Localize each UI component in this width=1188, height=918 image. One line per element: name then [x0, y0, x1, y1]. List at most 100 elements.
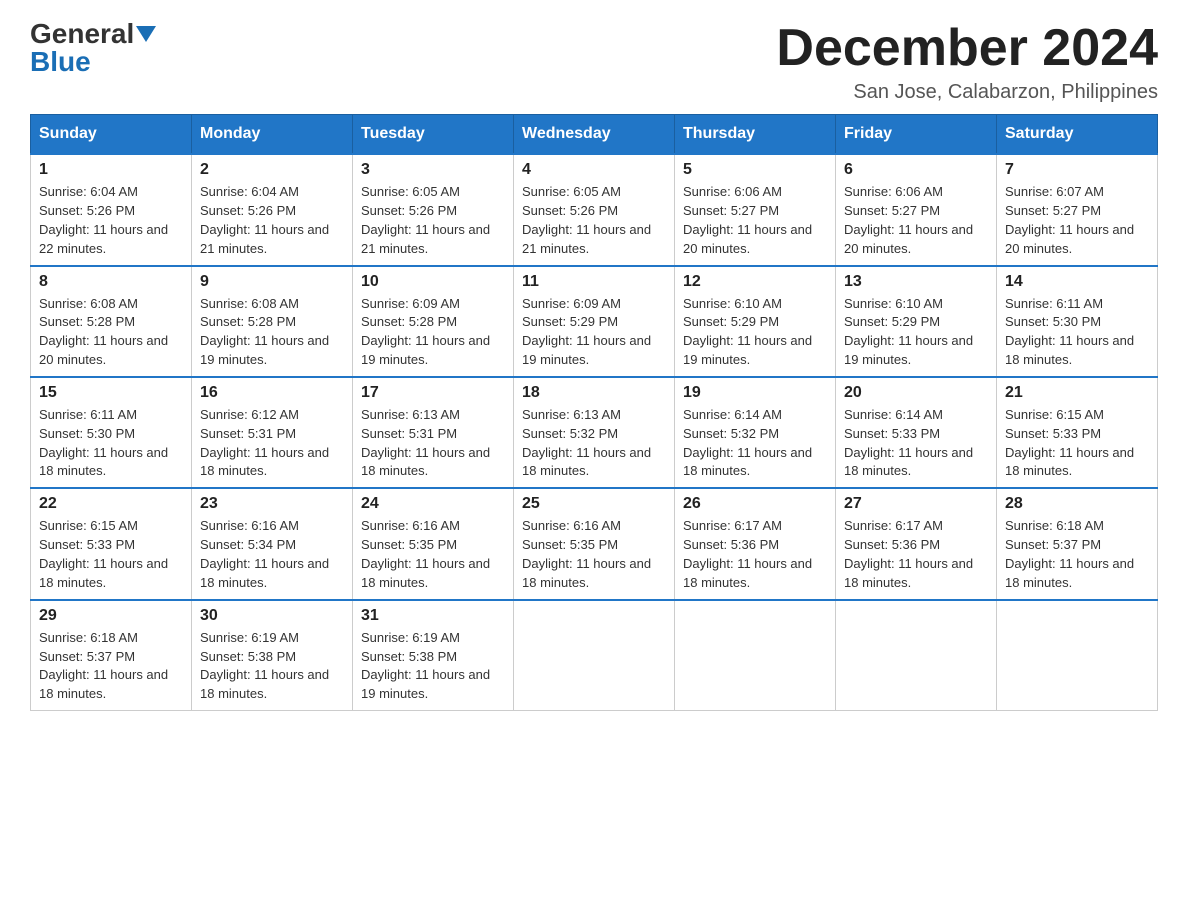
calendar-cell: 27 Sunrise: 6:17 AMSunset: 5:36 PMDaylig… [836, 488, 997, 599]
calendar-cell: 8 Sunrise: 6:08 AMSunset: 5:28 PMDayligh… [31, 266, 192, 377]
day-info: Sunrise: 6:18 AMSunset: 5:37 PMDaylight:… [39, 629, 183, 704]
logo-blue-text: Blue [30, 48, 91, 76]
calendar-cell: 11 Sunrise: 6:09 AMSunset: 5:29 PMDaylig… [514, 266, 675, 377]
day-number: 17 [361, 384, 505, 402]
day-number: 2 [200, 161, 344, 179]
calendar-cell: 31 Sunrise: 6:19 AMSunset: 5:38 PMDaylig… [353, 600, 514, 711]
calendar-cell: 26 Sunrise: 6:17 AMSunset: 5:36 PMDaylig… [675, 488, 836, 599]
calendar-cell: 2 Sunrise: 6:04 AMSunset: 5:26 PMDayligh… [192, 154, 353, 265]
calendar-cell: 6 Sunrise: 6:06 AMSunset: 5:27 PMDayligh… [836, 154, 997, 265]
day-info: Sunrise: 6:19 AMSunset: 5:38 PMDaylight:… [361, 629, 505, 704]
calendar-week-3: 15 Sunrise: 6:11 AMSunset: 5:30 PMDaylig… [31, 377, 1158, 488]
header-monday: Monday [192, 115, 353, 155]
header-thursday: Thursday [675, 115, 836, 155]
title-section: December 2024 San Jose, Calabarzon, Phil… [776, 20, 1158, 104]
day-info: Sunrise: 6:16 AMSunset: 5:34 PMDaylight:… [200, 517, 344, 592]
day-info: Sunrise: 6:08 AMSunset: 5:28 PMDaylight:… [39, 295, 183, 370]
day-info: Sunrise: 6:06 AMSunset: 5:27 PMDaylight:… [683, 183, 827, 258]
day-info: Sunrise: 6:10 AMSunset: 5:29 PMDaylight:… [844, 295, 988, 370]
day-number: 21 [1005, 384, 1149, 402]
day-number: 27 [844, 495, 988, 513]
day-info: Sunrise: 6:07 AMSunset: 5:27 PMDaylight:… [1005, 183, 1149, 258]
day-number: 22 [39, 495, 183, 513]
day-info: Sunrise: 6:14 AMSunset: 5:33 PMDaylight:… [844, 406, 988, 481]
day-info: Sunrise: 6:18 AMSunset: 5:37 PMDaylight:… [1005, 517, 1149, 592]
day-number: 15 [39, 384, 183, 402]
day-info: Sunrise: 6:10 AMSunset: 5:29 PMDaylight:… [683, 295, 827, 370]
day-number: 5 [683, 161, 827, 179]
day-number: 14 [1005, 273, 1149, 291]
calendar-cell: 25 Sunrise: 6:16 AMSunset: 5:35 PMDaylig… [514, 488, 675, 599]
calendar-cell: 4 Sunrise: 6:05 AMSunset: 5:26 PMDayligh… [514, 154, 675, 265]
calendar-cell: 23 Sunrise: 6:16 AMSunset: 5:34 PMDaylig… [192, 488, 353, 599]
header-saturday: Saturday [997, 115, 1158, 155]
header-tuesday: Tuesday [353, 115, 514, 155]
day-info: Sunrise: 6:14 AMSunset: 5:32 PMDaylight:… [683, 406, 827, 481]
logo-triangle-icon [136, 26, 156, 42]
calendar-cell: 7 Sunrise: 6:07 AMSunset: 5:27 PMDayligh… [997, 154, 1158, 265]
day-number: 30 [200, 607, 344, 625]
logo-general-text: General [30, 20, 134, 48]
day-info: Sunrise: 6:13 AMSunset: 5:31 PMDaylight:… [361, 406, 505, 481]
day-info: Sunrise: 6:08 AMSunset: 5:28 PMDaylight:… [200, 295, 344, 370]
day-number: 12 [683, 273, 827, 291]
day-info: Sunrise: 6:15 AMSunset: 5:33 PMDaylight:… [1005, 406, 1149, 481]
calendar-cell: 20 Sunrise: 6:14 AMSunset: 5:33 PMDaylig… [836, 377, 997, 488]
day-number: 9 [200, 273, 344, 291]
day-info: Sunrise: 6:12 AMSunset: 5:31 PMDaylight:… [200, 406, 344, 481]
calendar-cell: 10 Sunrise: 6:09 AMSunset: 5:28 PMDaylig… [353, 266, 514, 377]
day-number: 28 [1005, 495, 1149, 513]
calendar-cell: 5 Sunrise: 6:06 AMSunset: 5:27 PMDayligh… [675, 154, 836, 265]
location: San Jose, Calabarzon, Philippines [776, 81, 1158, 104]
day-number: 23 [200, 495, 344, 513]
day-info: Sunrise: 6:05 AMSunset: 5:26 PMDaylight:… [361, 183, 505, 258]
calendar-cell: 17 Sunrise: 6:13 AMSunset: 5:31 PMDaylig… [353, 377, 514, 488]
calendar-cell: 1 Sunrise: 6:04 AMSunset: 5:26 PMDayligh… [31, 154, 192, 265]
calendar-cell: 21 Sunrise: 6:15 AMSunset: 5:33 PMDaylig… [997, 377, 1158, 488]
day-info: Sunrise: 6:11 AMSunset: 5:30 PMDaylight:… [1005, 295, 1149, 370]
logo: General Blue [30, 20, 156, 76]
day-number: 20 [844, 384, 988, 402]
day-info: Sunrise: 6:16 AMSunset: 5:35 PMDaylight:… [361, 517, 505, 592]
calendar-cell: 9 Sunrise: 6:08 AMSunset: 5:28 PMDayligh… [192, 266, 353, 377]
day-number: 18 [522, 384, 666, 402]
calendar-cell: 12 Sunrise: 6:10 AMSunset: 5:29 PMDaylig… [675, 266, 836, 377]
calendar-week-1: 1 Sunrise: 6:04 AMSunset: 5:26 PMDayligh… [31, 154, 1158, 265]
day-info: Sunrise: 6:17 AMSunset: 5:36 PMDaylight:… [683, 517, 827, 592]
day-number: 3 [361, 161, 505, 179]
page-header: General Blue December 2024 San Jose, Cal… [30, 20, 1158, 104]
day-number: 24 [361, 495, 505, 513]
calendar-cell: 13 Sunrise: 6:10 AMSunset: 5:29 PMDaylig… [836, 266, 997, 377]
calendar-cell [514, 600, 675, 711]
day-number: 19 [683, 384, 827, 402]
day-number: 16 [200, 384, 344, 402]
calendar-cell: 16 Sunrise: 6:12 AMSunset: 5:31 PMDaylig… [192, 377, 353, 488]
day-number: 31 [361, 607, 505, 625]
day-info: Sunrise: 6:09 AMSunset: 5:28 PMDaylight:… [361, 295, 505, 370]
calendar-cell [675, 600, 836, 711]
calendar-cell: 14 Sunrise: 6:11 AMSunset: 5:30 PMDaylig… [997, 266, 1158, 377]
calendar-cell: 24 Sunrise: 6:16 AMSunset: 5:35 PMDaylig… [353, 488, 514, 599]
day-info: Sunrise: 6:11 AMSunset: 5:30 PMDaylight:… [39, 406, 183, 481]
day-info: Sunrise: 6:04 AMSunset: 5:26 PMDaylight:… [200, 183, 344, 258]
calendar-cell [836, 600, 997, 711]
calendar-cell: 28 Sunrise: 6:18 AMSunset: 5:37 PMDaylig… [997, 488, 1158, 599]
calendar-week-2: 8 Sunrise: 6:08 AMSunset: 5:28 PMDayligh… [31, 266, 1158, 377]
calendar-cell: 15 Sunrise: 6:11 AMSunset: 5:30 PMDaylig… [31, 377, 192, 488]
day-number: 26 [683, 495, 827, 513]
day-info: Sunrise: 6:15 AMSunset: 5:33 PMDaylight:… [39, 517, 183, 592]
calendar-table: Sunday Monday Tuesday Wednesday Thursday… [30, 114, 1158, 711]
calendar-cell: 19 Sunrise: 6:14 AMSunset: 5:32 PMDaylig… [675, 377, 836, 488]
calendar-cell: 3 Sunrise: 6:05 AMSunset: 5:26 PMDayligh… [353, 154, 514, 265]
day-info: Sunrise: 6:16 AMSunset: 5:35 PMDaylight:… [522, 517, 666, 592]
day-info: Sunrise: 6:19 AMSunset: 5:38 PMDaylight:… [200, 629, 344, 704]
day-number: 1 [39, 161, 183, 179]
day-number: 13 [844, 273, 988, 291]
day-number: 7 [1005, 161, 1149, 179]
calendar-header: Sunday Monday Tuesday Wednesday Thursday… [31, 115, 1158, 155]
day-info: Sunrise: 6:13 AMSunset: 5:32 PMDaylight:… [522, 406, 666, 481]
day-number: 11 [522, 273, 666, 291]
calendar-cell: 30 Sunrise: 6:19 AMSunset: 5:38 PMDaylig… [192, 600, 353, 711]
day-info: Sunrise: 6:17 AMSunset: 5:36 PMDaylight:… [844, 517, 988, 592]
calendar-body: 1 Sunrise: 6:04 AMSunset: 5:26 PMDayligh… [31, 154, 1158, 710]
